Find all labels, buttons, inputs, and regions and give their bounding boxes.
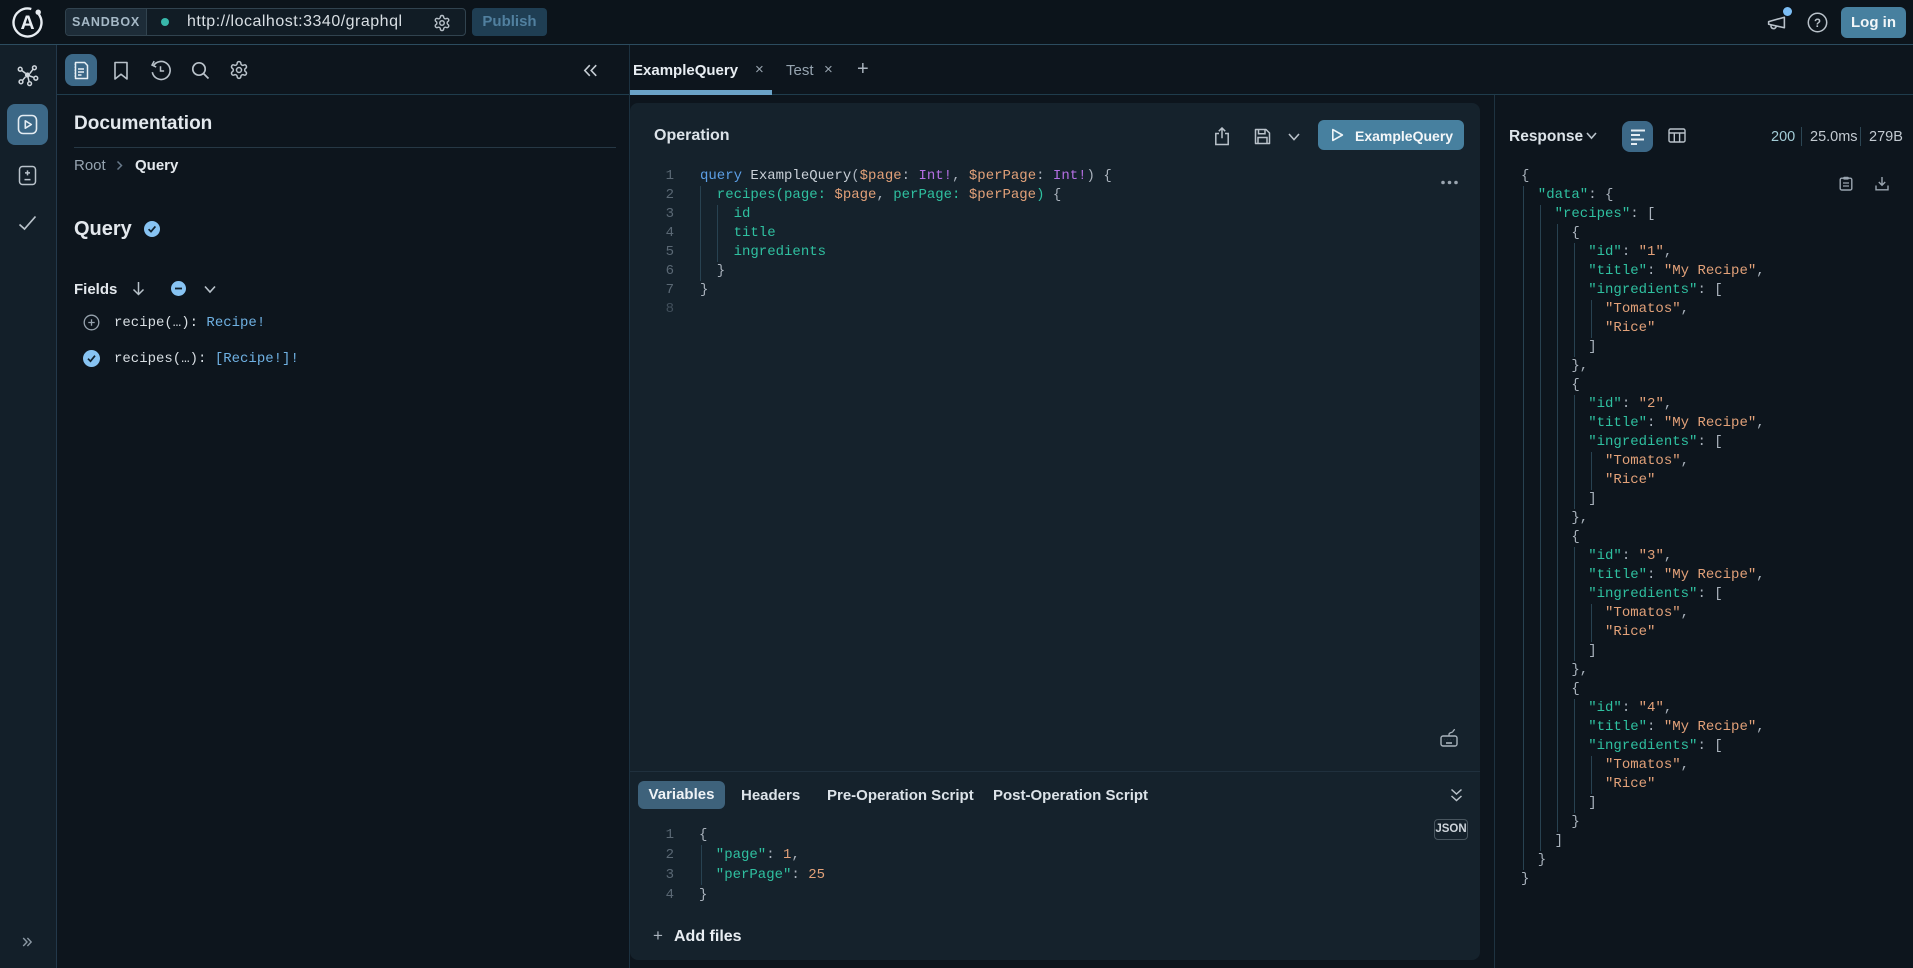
svg-text:A: A (20, 12, 34, 34)
svg-text:?: ? (1814, 18, 1821, 30)
